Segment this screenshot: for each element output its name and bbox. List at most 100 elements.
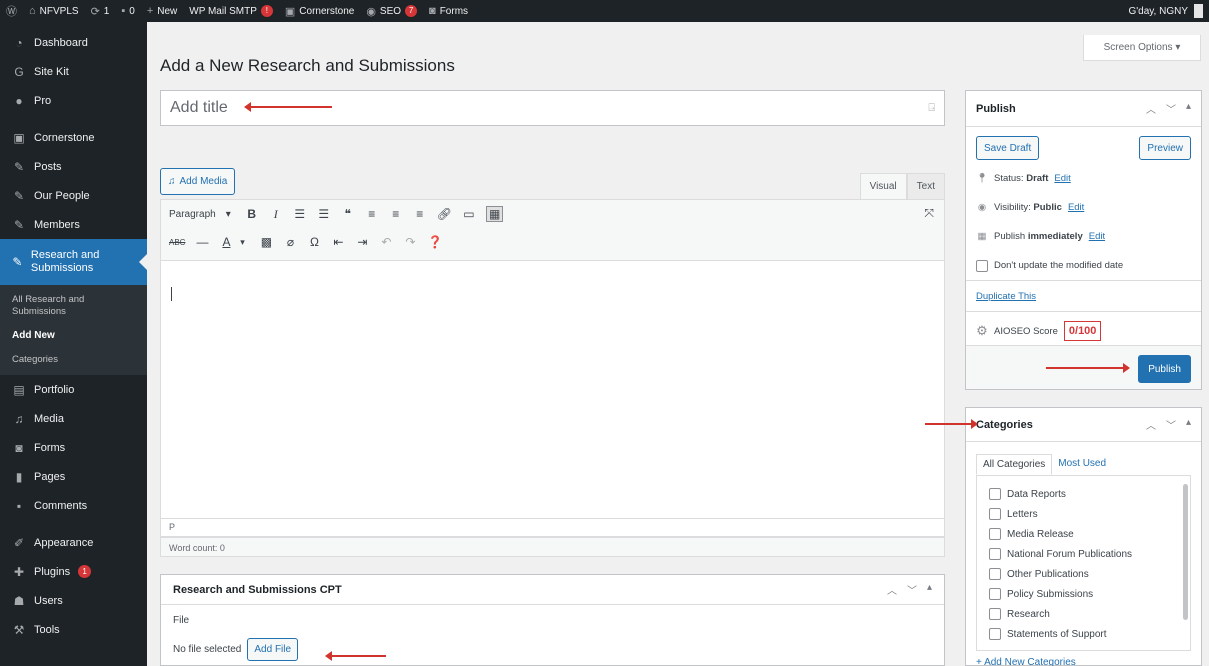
- aioseo-score[interactable]: 0/100: [1063, 321, 1102, 341]
- toggle-panel-icon[interactable]: ▴: [1186, 417, 1191, 432]
- sidebar-item-comments[interactable]: ▪ Comments: [0, 491, 147, 520]
- numbered-list-icon[interactable]: ☰: [317, 207, 331, 221]
- category-checkbox[interactable]: [989, 588, 1001, 600]
- sidebar-item-cornerstone[interactable]: ▣ Cornerstone: [0, 123, 147, 152]
- sidebar-item-forms[interactable]: ◙ Forms: [0, 433, 147, 462]
- tab-most-used[interactable]: Most Used: [1052, 454, 1112, 475]
- indent-icon[interactable]: ⇥: [355, 235, 369, 249]
- fullscreen-icon[interactable]: ⤧: [924, 206, 934, 221]
- blockquote-icon[interactable]: ❝: [341, 207, 355, 221]
- updates-menu[interactable]: ⟳ 1: [85, 0, 116, 22]
- list-item[interactable]: Statements of Support: [989, 624, 1178, 644]
- read-more-icon[interactable]: ▭: [462, 207, 476, 221]
- move-up-icon[interactable]: ︿: [1146, 417, 1156, 432]
- toolbar-toggle-icon[interactable]: ▦: [485, 206, 504, 222]
- clear-formatting-icon[interactable]: ⌀: [283, 235, 297, 249]
- sidebar-item-tools[interactable]: ⚒ Tools: [0, 615, 147, 644]
- chevron-down-icon[interactable]: ▾: [235, 237, 249, 248]
- sidebar-item-portfolio[interactable]: ▤ Portfolio: [0, 375, 147, 404]
- strikethrough-icon[interactable]: ABC: [169, 238, 185, 247]
- submenu-all-research[interactable]: All Research and Submissions: [0, 291, 147, 321]
- move-down-icon[interactable]: ﹀: [1166, 101, 1176, 116]
- bold-button[interactable]: B: [245, 207, 259, 221]
- sidebar-item-posts[interactable]: ✎ Posts: [0, 152, 147, 181]
- screen-options-button[interactable]: Screen Options ▾: [1083, 35, 1201, 61]
- redo-icon[interactable]: ↷: [403, 235, 417, 249]
- horizontal-line-icon[interactable]: —: [195, 235, 209, 249]
- categories-scrollbar[interactable]: [1183, 484, 1188, 620]
- list-item[interactable]: Media Release: [989, 524, 1178, 544]
- visibility-edit-link[interactable]: Edit: [1068, 202, 1084, 213]
- list-item[interactable]: Policy Submissions: [989, 584, 1178, 604]
- wp-logo-menu[interactable]: Ⓦ: [0, 0, 23, 22]
- comments-menu[interactable]: ▪ 0: [115, 0, 140, 22]
- editor-content-area[interactable]: [160, 261, 945, 519]
- format-select[interactable]: Paragraph ▾: [169, 209, 231, 220]
- add-new-category-link[interactable]: + Add New Categories: [966, 651, 1201, 666]
- category-checkbox[interactable]: [989, 548, 1001, 560]
- sidebar-item-pro[interactable]: ● Pro: [0, 86, 147, 115]
- submenu-categories[interactable]: Categories: [0, 351, 147, 369]
- undo-icon[interactable]: ↶: [379, 235, 393, 249]
- list-item[interactable]: National Forum Publications: [989, 544, 1178, 564]
- site-name-menu[interactable]: ⌂ NFVPLS: [23, 0, 85, 22]
- sidebar-item-members[interactable]: ✎ Members: [0, 210, 147, 239]
- category-checkbox[interactable]: [989, 528, 1001, 540]
- account-menu[interactable]: G'day, NGNY: [1128, 4, 1209, 18]
- align-center-icon[interactable]: ≡: [389, 207, 403, 221]
- tab-text[interactable]: Text: [906, 173, 945, 199]
- add-file-button[interactable]: Add File: [247, 638, 299, 661]
- toggle-panel-icon[interactable]: ▴: [927, 582, 932, 597]
- publish-time-edit-link[interactable]: Edit: [1089, 231, 1105, 242]
- list-item[interactable]: Data Reports: [989, 484, 1178, 504]
- text-color-icon[interactable]: A: [219, 235, 233, 249]
- outdent-icon[interactable]: ⇤: [331, 235, 345, 249]
- publish-button[interactable]: Publish: [1138, 355, 1191, 383]
- seo-menu[interactable]: ◉ SEO 7: [360, 0, 423, 22]
- add-media-button[interactable]: ♫ Add Media: [160, 168, 236, 195]
- status-edit-link[interactable]: Edit: [1054, 173, 1070, 184]
- new-content-menu[interactable]: + New: [141, 0, 183, 22]
- category-checkbox[interactable]: [989, 568, 1001, 580]
- duplicate-link[interactable]: Duplicate This: [976, 291, 1036, 302]
- wp-mail-smtp-menu[interactable]: WP Mail SMTP!: [183, 0, 279, 22]
- tab-visual[interactable]: Visual: [859, 173, 907, 199]
- help-icon[interactable]: ❓: [427, 235, 442, 249]
- category-checkbox[interactable]: [989, 508, 1001, 520]
- list-item[interactable]: Other Publications: [989, 564, 1178, 584]
- paste-text-icon[interactable]: ▩: [259, 235, 273, 249]
- sidebar-item-research-submissions[interactable]: ✎ Research and Submissions: [0, 239, 147, 285]
- move-up-icon[interactable]: ︿: [887, 582, 897, 597]
- sidebar-item-media[interactable]: ♫ Media: [0, 404, 147, 433]
- sidebar-item-users[interactable]: ☗ Users: [0, 586, 147, 615]
- save-draft-button[interactable]: Save Draft: [976, 136, 1040, 160]
- category-checkbox[interactable]: [989, 608, 1001, 620]
- align-left-icon[interactable]: ≡: [365, 207, 379, 221]
- bullet-list-icon[interactable]: ☰: [293, 207, 307, 221]
- preview-button[interactable]: Preview: [1139, 136, 1191, 160]
- sidebar-item-site-kit[interactable]: G Site Kit: [0, 57, 147, 86]
- special-character-icon[interactable]: Ω: [307, 235, 321, 249]
- sidebar-item-appearance[interactable]: ✐ Appearance: [0, 528, 147, 557]
- tab-all-categories[interactable]: All Categories: [976, 454, 1053, 475]
- submenu-add-new[interactable]: Add New: [0, 327, 147, 345]
- sidebar-item-our-people[interactable]: ✎ Our People: [0, 181, 147, 210]
- title-input[interactable]: Add title ⍈: [160, 90, 945, 126]
- list-item[interactable]: Letters: [989, 504, 1178, 524]
- italic-button[interactable]: I: [269, 207, 283, 222]
- align-right-icon[interactable]: ≡: [413, 207, 427, 221]
- category-checkbox[interactable]: [989, 488, 1001, 500]
- list-item[interactable]: Research: [989, 604, 1178, 624]
- move-down-icon[interactable]: ﹀: [1166, 417, 1176, 432]
- sidebar-item-pages[interactable]: ▮ Pages: [0, 462, 147, 491]
- forms-menu[interactable]: ◙ Forms: [423, 0, 474, 22]
- move-up-icon[interactable]: ︿: [1146, 101, 1156, 116]
- sidebar-item-plugins[interactable]: ✚ Plugins 1: [0, 557, 147, 586]
- dont-update-checkbox[interactable]: [976, 259, 988, 272]
- cornerstone-menu[interactable]: ▣ Cornerstone: [279, 0, 360, 22]
- link-icon[interactable]: 🔗︎: [437, 207, 452, 221]
- category-checkbox[interactable]: [989, 628, 1001, 640]
- toggle-panel-icon[interactable]: ▴: [1186, 101, 1191, 116]
- move-down-icon[interactable]: ﹀: [907, 582, 917, 597]
- sidebar-item-dashboard[interactable]: ◔ Dashboard: [0, 28, 147, 57]
